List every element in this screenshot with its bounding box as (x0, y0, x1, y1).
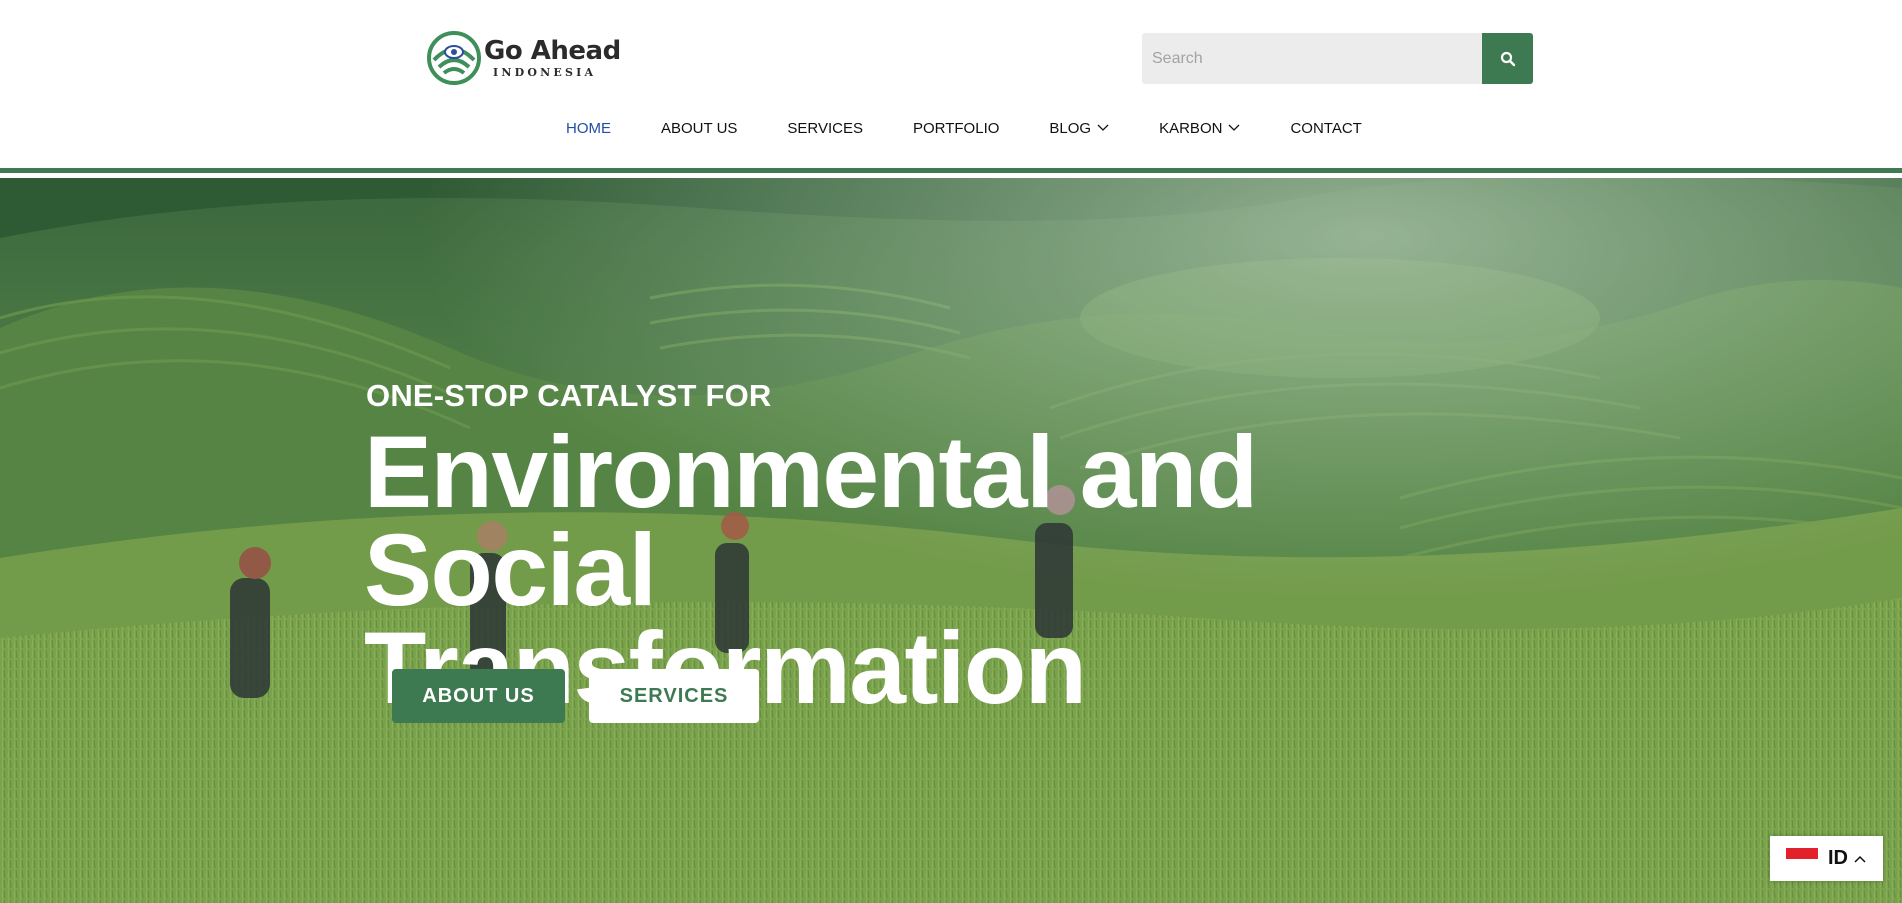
nav-item-karbon[interactable]: KARBON (1159, 120, 1240, 137)
nav-item-label: BLOG (1049, 119, 1092, 137)
nav-item-portfolio[interactable]: PORTFOLIO (913, 120, 999, 137)
logo-name: Go Ahead (484, 36, 621, 66)
nav-item-label: KARBON (1159, 119, 1223, 137)
nav-item-blog[interactable]: BLOG (1049, 120, 1109, 137)
chevron-up-icon (1854, 855, 1866, 863)
logo-subtitle: INDONESIA (493, 66, 597, 79)
nav-item-label: ABOUT US (661, 119, 738, 137)
leaf-eye-logo-icon (427, 31, 481, 85)
services-button[interactable]: SERVICES (589, 669, 759, 723)
search-icon (1500, 51, 1515, 66)
site-header: Go Ahead INDONESIA HOME ABOUT US SERVICE… (0, 0, 1902, 173)
nav-item-about-us[interactable]: ABOUT US (661, 120, 737, 137)
main-nav: HOME ABOUT US SERVICES PORTFOLIO BLOG KA… (566, 118, 1362, 138)
nav-item-label: SERVICES (787, 119, 863, 137)
language-code: ID (1828, 847, 1848, 869)
nav-item-label: PORTFOLIO (913, 119, 1000, 137)
about-us-button[interactable]: ABOUT US (392, 669, 565, 723)
nav-item-home[interactable]: HOME (566, 120, 611, 137)
nav-item-contact[interactable]: CONTACT (1290, 120, 1361, 137)
indonesia-flag-icon (1786, 848, 1818, 869)
search-bar (1142, 33, 1533, 84)
site-logo[interactable]: Go Ahead INDONESIA (427, 31, 621, 85)
hero-eyebrow: ONE-STOP CATALYST FOR (366, 378, 772, 413)
chevron-down-icon (1097, 124, 1109, 131)
hero-headline-line1: Environmental and Social (364, 415, 1258, 627)
nav-item-services[interactable]: SERVICES (787, 120, 863, 137)
search-button[interactable] (1482, 33, 1533, 84)
search-input[interactable] (1142, 33, 1482, 84)
hero-section: ONE-STOP CATALYST FOR Environmental and … (0, 178, 1902, 903)
chevron-down-icon (1228, 124, 1240, 131)
nav-item-label: HOME (566, 119, 611, 137)
language-switcher[interactable]: ID (1770, 836, 1883, 881)
nav-item-label: CONTACT (1290, 119, 1362, 137)
